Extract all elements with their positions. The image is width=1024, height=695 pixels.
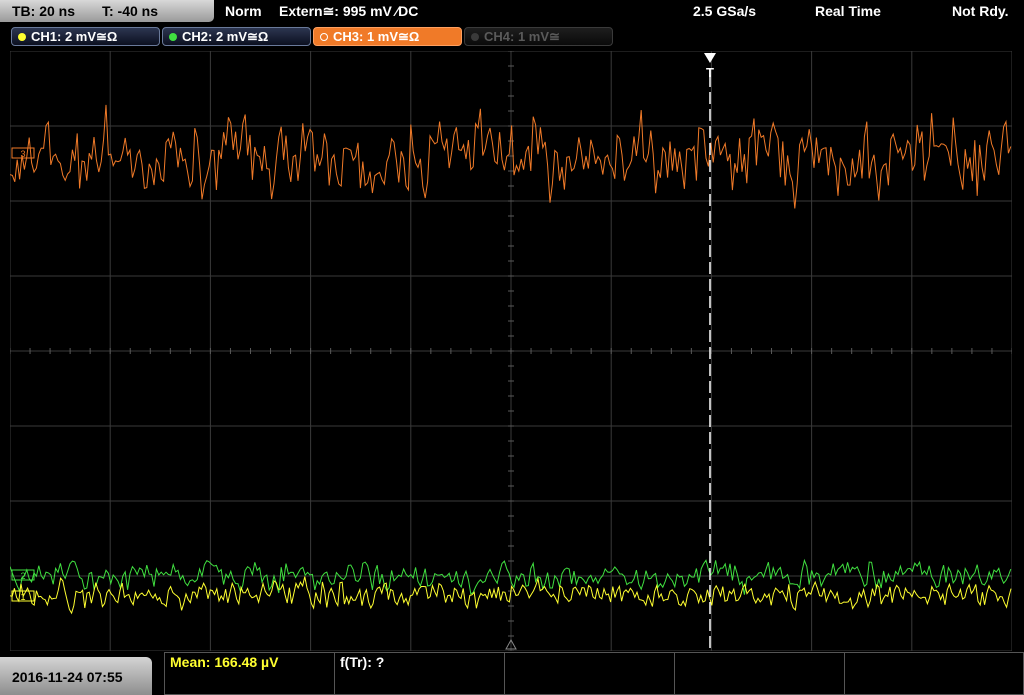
trigger-mode-label[interactable]: Norm <box>225 3 262 19</box>
timebase-box[interactable]: TB: 20 ns T: -40 ns <box>0 0 214 22</box>
ch3-tab-label: CH3: 1 mV≅Ω <box>333 29 420 44</box>
ch2-tab-label: CH2: 2 mV≅Ω <box>182 29 269 44</box>
ch2-ref-label: 2 <box>20 571 25 581</box>
timebase-label: TB: 20 ns <box>12 3 76 19</box>
sample-rate-label: 2.5 GSa/s <box>693 3 757 19</box>
measurement-cell-5[interactable] <box>844 652 1024 695</box>
ch3-ref-label: 3 <box>20 149 25 159</box>
ch4-dot-icon <box>471 33 479 41</box>
run-state-label: Not Rdy. <box>952 3 1009 19</box>
tab-ch4[interactable]: CH4: 1 mV≅ <box>464 27 613 46</box>
trigger-marker-label: T <box>706 65 714 80</box>
trigger-source-label[interactable]: Extern≅: 995 mV ∕DC <box>279 3 418 20</box>
measurement-cell-4[interactable] <box>674 652 845 695</box>
trigger-time-label: T: -40 ns <box>102 3 159 19</box>
acquisition-mode-label: Real Time <box>815 3 881 19</box>
ch1-tab-label: CH1: 2 mV≅Ω <box>31 29 118 44</box>
mean-measurement: Mean: 166.48 µV <box>170 654 279 670</box>
status-bar: TB: 20 ns T: -40 ns Norm Extern≅: 995 mV… <box>0 0 1024 24</box>
ch2-dot-icon <box>169 33 177 41</box>
ch3-dot-icon <box>320 33 328 41</box>
ch1-ref-label: 1 <box>20 592 25 602</box>
datetime-box: 2016-11-24 07:55 <box>0 657 152 695</box>
ch4-tab-label: CH4: 1 mV≅ <box>484 29 560 44</box>
tab-ch1[interactable]: CH1: 2 mV≅Ω <box>11 27 160 46</box>
frequency-measurement: f(Tr): ? <box>340 654 385 670</box>
ch1-dot-icon <box>18 33 26 41</box>
waveform-canvas[interactable]: T 3 2 1 <box>10 51 1012 651</box>
waveform-display[interactable]: T 3 2 1 <box>10 51 1012 651</box>
tab-ch3[interactable]: CH3: 1 mV≅Ω <box>313 27 462 46</box>
tab-ch2[interactable]: CH2: 2 mV≅Ω <box>162 27 311 46</box>
datetime-label: 2016-11-24 07:55 <box>12 669 123 685</box>
measurement-cell-3[interactable] <box>504 652 675 695</box>
